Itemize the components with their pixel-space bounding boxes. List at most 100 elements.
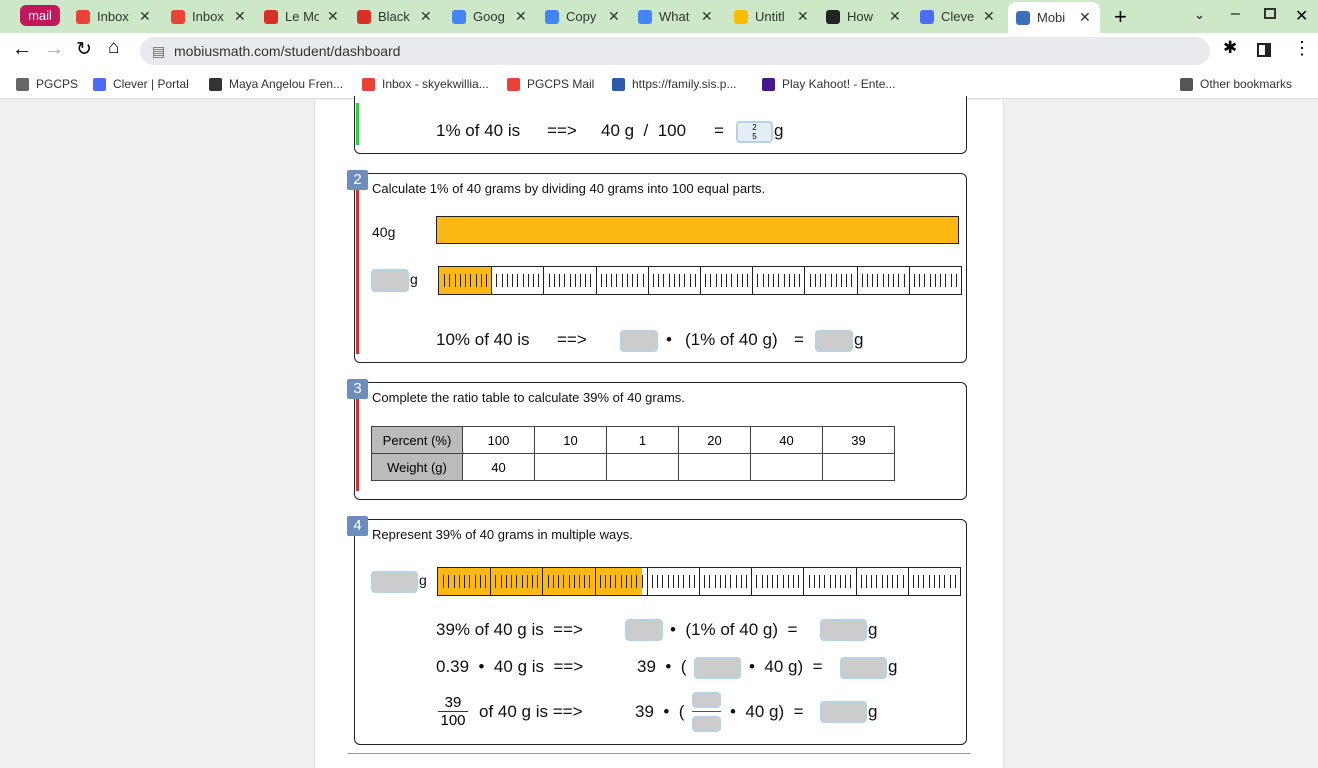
- close-window-button[interactable]: ✕: [1295, 6, 1308, 26]
- minor-tick: [876, 575, 878, 588]
- q4-part-input[interactable]: [371, 571, 418, 593]
- table-cell: 40: [750, 426, 823, 454]
- unit-label: g: [868, 620, 878, 639]
- tab-cleve[interactable]: Cleve ✕: [912, 4, 1002, 29]
- tab-mobi[interactable]: Mobi ✕: [1008, 2, 1100, 33]
- pinned-tab-mail[interactable]: mail: [20, 5, 60, 26]
- table-cell: 100: [462, 426, 535, 454]
- bookmark-item[interactable]: https://family.sis.p...: [612, 77, 736, 91]
- close-tab-icon[interactable]: ✕: [327, 8, 339, 25]
- close-tab-icon[interactable]: ✕: [797, 8, 809, 25]
- other-bookmarks[interactable]: Other bookmarks: [1180, 77, 1292, 91]
- table-cell-input[interactable]: [678, 453, 751, 481]
- restore-button[interactable]: [1264, 8, 1276, 19]
- tab-inbox[interactable]: Inbox ✕: [68, 4, 158, 29]
- minor-tick: [710, 274, 712, 287]
- tab-what[interactable]: What ✕: [630, 4, 720, 29]
- home-icon[interactable]: ⌂: [108, 37, 119, 59]
- q2-multiplier-input[interactable]: [620, 330, 658, 352]
- close-tab-icon[interactable]: ✕: [983, 8, 995, 25]
- q4-line1-mid: • (1% of 40 g) =: [670, 620, 798, 639]
- tab-black[interactable]: Black ✕: [349, 4, 439, 29]
- tab-untitl[interactable]: Untitl ✕: [726, 4, 816, 29]
- back-icon[interactable]: ←: [12, 38, 32, 61]
- table-cell: 1: [606, 426, 679, 454]
- side-panel-icon[interactable]: [1257, 43, 1271, 57]
- major-tick: [594, 568, 596, 595]
- close-tab-icon[interactable]: ✕: [889, 8, 901, 25]
- reload-icon[interactable]: ↻: [76, 38, 92, 61]
- q4-line3-answer-input[interactable]: [820, 701, 867, 723]
- close-tab-icon[interactable]: ✕: [1079, 9, 1091, 26]
- minor-tick: [531, 575, 533, 588]
- bookmark-label: Play Kahoot! - Ente...: [782, 77, 896, 91]
- minor-tick: [564, 274, 566, 287]
- new-tab-button[interactable]: +: [1114, 4, 1127, 30]
- q4-line1-answer-input[interactable]: [820, 619, 867, 641]
- minor-tick: [658, 274, 660, 287]
- minor-tick: [949, 575, 951, 588]
- table-cell-input[interactable]: [606, 453, 679, 481]
- minor-tick: [532, 274, 534, 287]
- q4-line2-decimal-input[interactable]: [694, 657, 741, 679]
- close-tab-icon[interactable]: ✕: [515, 8, 527, 25]
- table-cell-input[interactable]: [822, 453, 895, 481]
- tab-lemo[interactable]: Le Mo ✕: [256, 4, 346, 29]
- ratio-table: Percent (%) 100 10 1 20 40 39 Weight (g) 40: [371, 426, 895, 481]
- bookmark-favicon-icon: [612, 77, 625, 91]
- close-tab-icon[interactable]: ✕: [608, 8, 620, 25]
- tab-goog[interactable]: Goog ✕: [444, 4, 534, 29]
- q2-answer-input[interactable]: [815, 330, 853, 352]
- q1-answer-input[interactable]: 25: [736, 121, 773, 143]
- minor-tick: [679, 274, 681, 287]
- forward-icon[interactable]: →: [44, 38, 64, 61]
- tab-copy[interactable]: Copy ✕: [537, 4, 627, 29]
- tab-search-chevron-icon[interactable]: ⌄: [1194, 7, 1205, 23]
- minor-tick: [458, 575, 460, 588]
- q4-fraction-denominator-input[interactable]: [692, 716, 721, 732]
- bookmark-item[interactable]: PGCPS: [16, 77, 78, 91]
- tab-inbox[interactable]: Inbox ✕: [163, 4, 253, 29]
- minor-tick: [746, 274, 748, 287]
- major-tick: [491, 267, 493, 294]
- table-cell-input[interactable]: [750, 453, 823, 481]
- close-tab-icon[interactable]: ✕: [701, 8, 713, 25]
- site-info-icon[interactable]: ▤: [152, 37, 165, 65]
- minor-tick: [474, 575, 476, 588]
- q4-line2-b: • 40 g) =: [749, 657, 823, 676]
- minor-tick: [495, 575, 497, 588]
- q4-line2-a: 39 • (: [637, 657, 687, 676]
- minor-tick: [741, 274, 743, 287]
- numerator: 39: [438, 694, 468, 712]
- denominator: 100: [440, 712, 466, 729]
- menu-icon[interactable]: ⋮: [1293, 38, 1311, 59]
- part-input[interactable]: [371, 269, 409, 292]
- bookmark-item[interactable]: Play Kahoot! - Ente...: [762, 77, 895, 91]
- minor-tick: [720, 274, 722, 287]
- close-tab-icon[interactable]: ✕: [234, 8, 246, 25]
- favicon-icon: [1016, 10, 1030, 25]
- q1-equation-left: 1% of 40 is: [436, 121, 521, 140]
- minor-tick: [501, 274, 503, 287]
- close-tab-icon[interactable]: ✕: [420, 8, 432, 25]
- favicon-icon: [171, 9, 185, 24]
- unit-label: g: [854, 330, 864, 349]
- bookmark-item[interactable]: Maya Angelou Fren...: [209, 77, 343, 91]
- minimize-button[interactable]: –: [1231, 5, 1240, 23]
- bookmark-item[interactable]: Clever | Portal: [93, 77, 189, 91]
- minor-tick: [881, 575, 883, 588]
- extensions-icon[interactable]: ✱: [1223, 38, 1237, 58]
- address-bar[interactable]: ▤ mobiusmath.com/student/dashboard: [140, 37, 1210, 65]
- q4-line1-multiplier-input[interactable]: [625, 619, 663, 641]
- url-text[interactable]: mobiusmath.com/student/dashboard: [174, 43, 400, 59]
- table-cell-input[interactable]: [534, 453, 607, 481]
- row-header: Percent (%): [371, 426, 463, 454]
- close-tab-icon[interactable]: ✕: [139, 8, 151, 25]
- tab-how[interactable]: How ✕: [818, 4, 908, 29]
- q4-fraction-numerator-input[interactable]: [692, 692, 721, 708]
- bookmark-item[interactable]: Inbox - skyekwillia...: [362, 77, 489, 91]
- minor-tick: [787, 575, 789, 588]
- bookmark-item[interactable]: PGCPS Mail: [507, 77, 594, 91]
- q4-line2-answer-input[interactable]: [840, 657, 887, 679]
- minor-tick: [877, 274, 879, 287]
